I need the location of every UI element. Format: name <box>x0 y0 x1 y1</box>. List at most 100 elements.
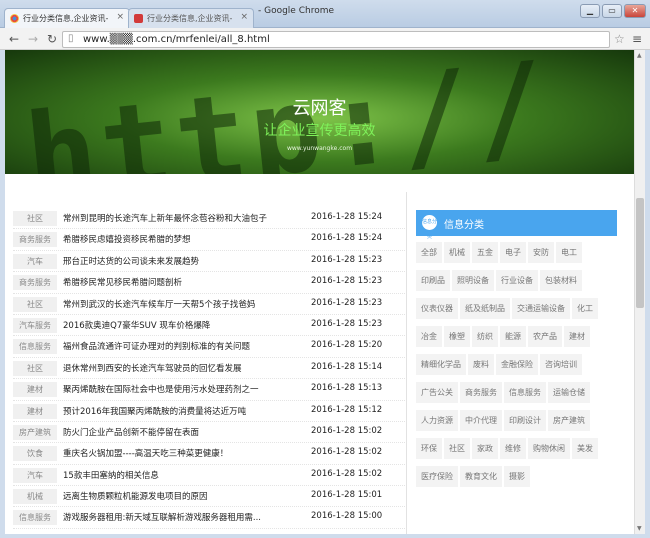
news-category-tag[interactable]: 建材 <box>13 382 57 398</box>
category-tag[interactable]: 金融保险 <box>496 354 538 375</box>
category-tag[interactable]: 五金 <box>472 242 498 263</box>
category-tag[interactable]: 广告公关 <box>416 382 458 403</box>
news-category-tag[interactable]: 社区 <box>13 360 57 376</box>
news-title-link[interactable]: 常州到武汉的长途汽车候车厅一天帮5个孩子找爸妈 <box>63 298 303 310</box>
category-tag[interactable]: 建材 <box>564 326 590 347</box>
category-tag[interactable]: 信息服务 <box>504 382 546 403</box>
category-tag[interactable]: 照明设备 <box>452 270 494 291</box>
menu-icon[interactable]: ≡ <box>632 32 642 46</box>
news-title-link[interactable]: 退休常州到西安的长途汽车驾驶员的回忆看发展 <box>63 362 303 374</box>
category-tag[interactable]: 维修 <box>500 438 526 459</box>
category-tag[interactable]: 冶金 <box>416 326 442 347</box>
news-title-link[interactable]: 希腊移民虑嬉投资移民希腊的梦想 <box>63 233 303 245</box>
news-row: 汽车 邢台正时达货的公司谈未来发展趋势 2016-1-28 15:23 <box>13 251 405 273</box>
scroll-up-icon[interactable]: ▲ <box>637 52 642 59</box>
bookmark-star-icon[interactable]: ☆ <box>614 32 625 46</box>
news-title-link[interactable]: 预计2016年我国聚丙烯酰胺的消费量将达近万吨 <box>63 405 303 417</box>
vertical-scrollbar[interactable]: ▲ ▼ <box>634 50 645 534</box>
address-bar[interactable]: ▯ www.▒▒▒.com.cn/mrfenlei/all_8.html <box>62 31 610 48</box>
tab-close-icon[interactable]: × <box>240 12 248 22</box>
news-category-tag[interactable]: 商务服务 <box>13 232 57 248</box>
category-tag[interactable]: 教育文化 <box>460 466 502 487</box>
news-title-link[interactable]: 2016款奥迪Q7豪华SUV 现车价格爆降 <box>63 319 303 331</box>
news-date: 2016-1-28 15:24 <box>311 212 383 222</box>
category-tag[interactable]: 安防 <box>528 242 554 263</box>
category-tag[interactable]: 社区 <box>444 438 470 459</box>
category-tag[interactable]: 精细化学品 <box>416 354 466 375</box>
category-tag[interactable]: 人力资源 <box>416 410 458 431</box>
news-category-tag[interactable]: 饮食 <box>13 446 57 462</box>
news-row: 汽车服务 2016款奥迪Q7豪华SUV 现车价格爆降 2016-1-28 15:23 <box>13 315 405 337</box>
news-category-tag[interactable]: 信息服务 <box>13 339 57 355</box>
news-date: 2016-1-28 15:00 <box>311 511 383 522</box>
reload-icon[interactable]: ↻ <box>44 31 60 47</box>
news-category-tag[interactable]: 社区 <box>13 296 57 312</box>
category-tag[interactable]: 购物休闲 <box>528 438 570 459</box>
news-row: 机械 远离生物质颗粒机能源发电项目的原因 2016-1-28 15:01 <box>13 486 405 508</box>
news-category-tag[interactable]: 机械 <box>13 489 57 505</box>
news-title-link[interactable]: 常州到昆明的长途汽车上新年最怀念苞谷粉和大油包子 <box>63 212 303 224</box>
category-tag[interactable]: 印刷设计 <box>504 410 546 431</box>
news-title-link[interactable]: 远离生物质颗粒机能源发电项目的原因 <box>63 490 303 502</box>
category-tag[interactable]: 交通运输设备 <box>512 298 570 319</box>
category-tag[interactable]: 电工 <box>556 242 582 263</box>
category-tag[interactable]: 行业设备 <box>496 270 538 291</box>
news-title-link[interactable]: 邢台正时达货的公司谈未来发展趋势 <box>63 255 303 267</box>
browser-tab-inactive[interactable]: 行业分类信息,企业资讯- × <box>128 8 254 28</box>
close-window-button[interactable]: ✕ <box>624 4 646 18</box>
news-title-link[interactable]: 福州食品流通许可证办理对的判别标准的有关问题 <box>63 340 303 352</box>
news-list: 社区 常州到昆明的长途汽车上新年最怀念苞谷粉和大油包子 2016-1-28 15:2… <box>13 208 405 529</box>
news-category-tag[interactable]: 建材 <box>13 403 57 419</box>
category-tag[interactable]: 纸及纸制品 <box>460 298 510 319</box>
category-tag[interactable]: 摄影 <box>504 466 530 487</box>
category-tag[interactable]: 纺织 <box>472 326 498 347</box>
scroll-down-icon[interactable]: ▼ <box>637 525 642 532</box>
category-tag[interactable]: 房产建筑 <box>548 410 590 431</box>
category-tag[interactable]: 印刷品 <box>416 270 450 291</box>
category-tag[interactable]: 农产品 <box>528 326 562 347</box>
category-tag[interactable]: 全部 <box>416 242 442 263</box>
category-tag[interactable]: 橡塑 <box>444 326 470 347</box>
news-category-tag[interactable]: 社区 <box>13 211 57 226</box>
category-tag[interactable]: 化工 <box>572 298 598 319</box>
category-tag[interactable]: 咨询培训 <box>540 354 582 375</box>
news-category-tag[interactable]: 汽车服务 <box>13 317 57 333</box>
browser-tab-active[interactable]: 行业分类信息,企业资讯- × <box>4 8 130 28</box>
news-date: 2016-1-28 15:23 <box>311 276 383 287</box>
category-tag[interactable]: 能源 <box>500 326 526 347</box>
news-category-tag[interactable]: 汽车 <box>13 253 57 269</box>
news-category-tag[interactable]: 汽车 <box>13 467 57 483</box>
news-title-link[interactable]: 希腊移民常见移民希腊问题剖析 <box>63 276 303 288</box>
tab-close-icon[interactable]: × <box>116 12 124 22</box>
news-title-link[interactable]: 防火门企业产品创新不能停留在表面 <box>63 426 303 438</box>
news-date: 2016-1-28 15:02 <box>311 447 383 458</box>
back-arrow-icon[interactable]: ← <box>6 31 22 47</box>
news-category-tag[interactable]: 信息服务 <box>13 510 57 526</box>
category-tag[interactable]: 医疗保险 <box>416 466 458 487</box>
category-tag[interactable]: 机械 <box>444 242 470 263</box>
category-tag[interactable]: 家政 <box>472 438 498 459</box>
category-tag[interactable]: 商务服务 <box>460 382 502 403</box>
maximize-button[interactable]: ▭ <box>602 4 622 18</box>
minimize-button[interactable]: ▁ <box>580 4 600 18</box>
category-tag[interactable]: 包装材料 <box>540 270 582 291</box>
news-category-tag[interactable]: 房产建筑 <box>13 424 57 440</box>
news-title-link[interactable]: 15款丰田塞纳的相关信息 <box>63 469 303 481</box>
news-row: 汽车 15款丰田塞纳的相关信息 2016-1-28 15:02 <box>13 465 405 487</box>
category-tag[interactable]: 废料 <box>468 354 494 375</box>
news-title-link[interactable]: 重庆名火锅加盟----高温天吃三种菜更健康！ <box>63 447 303 459</box>
scrollbar-thumb[interactable] <box>636 198 644 308</box>
news-title-link[interactable]: 游戏服务器租用:新天域互联解析游戏服务器租用需... <box>63 511 303 523</box>
category-tag[interactable]: 运输仓储 <box>548 382 590 403</box>
news-title-link[interactable]: 聚丙烯酰胺在国际社会中也是使用污水处理药剂之一 <box>63 383 303 395</box>
forward-arrow-icon[interactable]: → <box>25 31 41 47</box>
category-tag[interactable]: 环保 <box>416 438 442 459</box>
category-tag[interactable]: 仪表仪器 <box>416 298 458 319</box>
category-tag[interactable]: 中介代理 <box>460 410 502 431</box>
category-tag[interactable]: 电子 <box>500 242 526 263</box>
news-date: 2016-1-28 15:02 <box>311 425 383 436</box>
news-category-tag[interactable]: 商务服务 <box>13 275 57 291</box>
title-bar: 行业分类信息,企业资讯- × 行业分类信息,企业资讯- × - Google C… <box>0 0 650 28</box>
category-tag[interactable]: 美发 <box>572 438 598 459</box>
category-header-label: 信息分类 <box>444 220 484 231</box>
